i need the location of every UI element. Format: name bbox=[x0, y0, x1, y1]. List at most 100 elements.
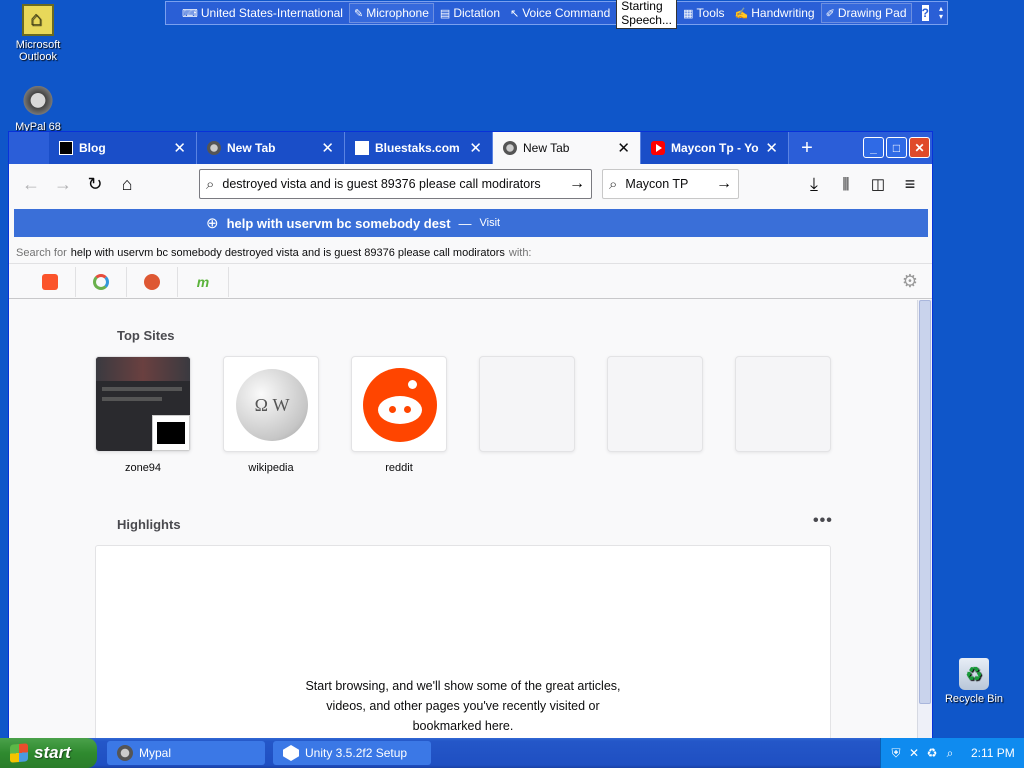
sidebar-icon: ◫ bbox=[870, 176, 886, 193]
top-site-empty[interactable] bbox=[607, 356, 703, 452]
empty-site-placeholder bbox=[735, 356, 831, 452]
network-icon[interactable]: ✕ bbox=[907, 746, 921, 760]
recycle-tray-icon[interactable]: ♻ bbox=[925, 746, 939, 760]
tab-new-tab-active[interactable]: New Tab ✕ bbox=[493, 132, 641, 164]
taskbar-item-mypal[interactable]: Mypal bbox=[107, 741, 265, 765]
close-icon[interactable]: ✕ bbox=[617, 139, 630, 157]
top-site-wikipedia[interactable]: Ω W wikipedia bbox=[223, 356, 319, 474]
start-label: start bbox=[34, 743, 71, 762]
top-site-zone94[interactable]: zone94 bbox=[95, 356, 191, 474]
shield-icon[interactable]: ⛨ bbox=[889, 746, 903, 760]
speech-status: Starting Speech... bbox=[616, 0, 678, 29]
vertical-scrollbar[interactable] bbox=[917, 300, 932, 738]
keyboard-icon: ⌨ bbox=[182, 7, 198, 20]
downloads-button[interactable]: ⤓ bbox=[798, 168, 830, 200]
reload-button[interactable]: ↻ bbox=[79, 168, 111, 200]
desktop-icon-label: Microsoft bbox=[15, 39, 61, 51]
maximize-button[interactable]: □ bbox=[886, 137, 907, 158]
dictation-button[interactable]: ▤ Dictation bbox=[436, 4, 504, 22]
top-sites-title: Top Sites bbox=[117, 328, 175, 343]
globe-icon: ⊕ bbox=[206, 215, 219, 232]
highlights-message-line: bookmarked here. bbox=[412, 719, 514, 733]
go-arrow-icon[interactable]: → bbox=[716, 175, 732, 193]
help-button[interactable]: ? bbox=[921, 5, 929, 21]
top-site-empty[interactable] bbox=[479, 356, 575, 452]
options-grip-icon[interactable]: ▴ ▾ bbox=[939, 5, 943, 21]
pen-icon: ✍ bbox=[734, 7, 749, 20]
close-icon[interactable]: ✕ bbox=[321, 139, 334, 157]
highlights-message-line: videos, and other pages you've recently … bbox=[326, 699, 600, 713]
close-icon[interactable]: ✕ bbox=[765, 139, 778, 157]
scrollbar-thumb[interactable] bbox=[919, 300, 931, 704]
desktop-icon-mypal[interactable]: MyPal 68 bbox=[0, 86, 76, 133]
microphone-button[interactable]: ✎ Microphone bbox=[348, 3, 434, 23]
drawing-pad-icon: ✐ bbox=[825, 7, 835, 20]
window-close-button[interactable]: ✕ bbox=[909, 137, 930, 158]
one-off-search-engines: m ⚙ bbox=[9, 265, 932, 299]
drawing-pad-button[interactable]: ✐ Drawing Pad bbox=[820, 3, 912, 23]
language-bar: ⌨ United States-International ✎ Microphone… bbox=[165, 0, 948, 29]
home-button[interactable]: ⌂ bbox=[111, 168, 143, 200]
library-button[interactable]: ⫼ bbox=[830, 168, 862, 200]
forward-button[interactable]: → bbox=[47, 168, 79, 200]
desktop-icon-outlook[interactable]: Microsoft Outlook bbox=[0, 4, 76, 63]
url-input[interactable]: destroyed vista and is guest 89376 pleas… bbox=[222, 177, 561, 191]
search-tray-icon[interactable]: ⌕ bbox=[943, 746, 957, 760]
reddit-icon bbox=[363, 368, 437, 442]
tab-label: New Tab bbox=[523, 141, 570, 155]
tab-new-tab[interactable]: New Tab ✕ bbox=[197, 132, 345, 164]
top-site-reddit[interactable]: reddit bbox=[351, 356, 447, 474]
taskbar-item-unity-setup[interactable]: Unity 3.5.2f2 Setup bbox=[273, 741, 431, 765]
search-settings-gear-icon[interactable]: ⚙ bbox=[902, 271, 918, 292]
top-site-label: wikipedia bbox=[248, 462, 294, 474]
keyboard-layout-button[interactable]: ⌨ United States-International bbox=[178, 4, 347, 22]
handwriting-button[interactable]: ✍ Handwriting bbox=[731, 4, 819, 22]
search-engine-brave[interactable] bbox=[25, 266, 76, 297]
new-tab-button[interactable]: + bbox=[789, 132, 825, 164]
search-engine-qwant[interactable] bbox=[76, 266, 127, 297]
close-icon[interactable]: ✕ bbox=[469, 139, 482, 157]
new-tab-page: Top Sites zone94 Ω W wikipedia reddit Hi… bbox=[9, 300, 917, 740]
tab-blog[interactable]: Blog ✕ bbox=[49, 132, 197, 164]
navigation-toolbar: ← → ↻ ⌂ ⌕ destroyed vista and is guest 8… bbox=[9, 164, 932, 204]
system-tray: ⛨ ✕ ♻ ⌕ 2:11 PM bbox=[880, 738, 1024, 768]
tab-youtube[interactable]: Maycon Tp - YouT ✕ bbox=[641, 132, 789, 164]
highlights-message: Start browsing, and we'll show some of t… bbox=[96, 676, 830, 736]
search-engine-duckduckgo[interactable] bbox=[127, 266, 178, 297]
sidebar-button[interactable]: ◫ bbox=[862, 168, 894, 200]
close-icon[interactable]: ✕ bbox=[173, 139, 186, 157]
top-site-empty[interactable] bbox=[735, 356, 831, 452]
url-bar[interactable]: ⌕ destroyed vista and is guest 89376 ple… bbox=[199, 169, 592, 199]
top-site-label: zone94 bbox=[124, 462, 162, 474]
start-button[interactable]: start bbox=[0, 738, 97, 768]
home-icon: ⌂ bbox=[121, 173, 133, 194]
search-for-row: Search for help with uservm bc somebody … bbox=[9, 242, 932, 264]
back-button[interactable]: ← bbox=[15, 168, 47, 200]
search-bar[interactable]: ⌕ Maycon TP → bbox=[602, 169, 739, 199]
blank-page-icon bbox=[355, 141, 369, 155]
site-thumbnail bbox=[351, 356, 447, 452]
raccoon-icon bbox=[22, 86, 54, 118]
go-arrow-icon[interactable]: → bbox=[569, 175, 585, 193]
minimize-button[interactable]: _ bbox=[863, 137, 884, 158]
menu-button[interactable]: ≡ bbox=[894, 168, 926, 200]
tab-label: Bluestaks.com bbox=[375, 141, 460, 155]
tab-bar: Blog ✕ New Tab ✕ Bluestaks.com ✕ New Tab… bbox=[9, 132, 932, 164]
search-engine-mojeek[interactable]: m bbox=[178, 266, 229, 297]
url-dropdown-highlighted-result[interactable]: ⊕ help with uservm bc somebody dest — Vi… bbox=[14, 209, 928, 237]
download-icon: ⤓ bbox=[810, 173, 818, 194]
desktop-icon-recycle-bin[interactable]: Recycle Bin bbox=[936, 658, 1012, 705]
plus-icon: + bbox=[801, 136, 813, 159]
handwriting-label: Handwriting bbox=[751, 6, 815, 20]
tab-label: Blog bbox=[79, 141, 106, 155]
search-input[interactable]: Maycon TP bbox=[625, 177, 708, 191]
highlights-menu-icon[interactable]: ••• bbox=[813, 512, 833, 530]
raccoon-icon bbox=[503, 141, 517, 155]
tab-bluestaks[interactable]: Bluestaks.com ✕ bbox=[345, 132, 493, 164]
dictation-icon: ▤ bbox=[439, 7, 451, 20]
voice-command-label: Voice Command bbox=[522, 6, 611, 20]
tools-button[interactable]: ▦ Tools bbox=[679, 4, 728, 22]
site-favicon bbox=[152, 415, 190, 451]
voice-command-button[interactable]: ↖ Voice Command bbox=[506, 4, 614, 22]
hamburger-icon: ≡ bbox=[904, 173, 916, 194]
